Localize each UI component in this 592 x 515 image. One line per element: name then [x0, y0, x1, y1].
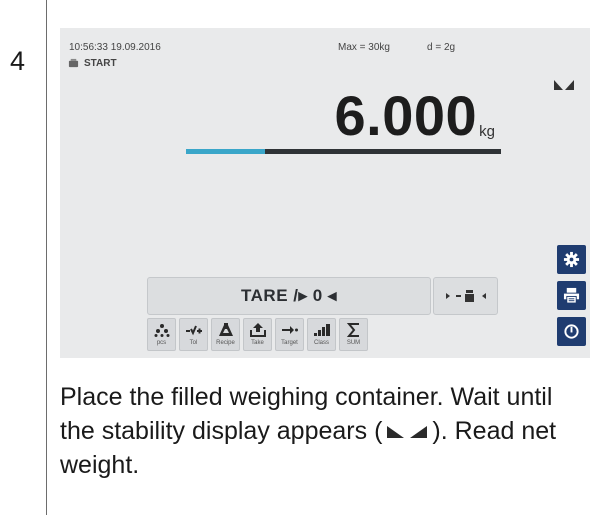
app-label: pcs — [156, 340, 167, 346]
app-label: Take — [251, 340, 264, 346]
zero-icon — [445, 290, 486, 302]
app-button-take[interactable]: Take — [243, 318, 272, 351]
stability-indicator-icon — [554, 80, 574, 90]
app-bar: pcs Tol Recipe Take Target Class SUM — [147, 318, 368, 351]
status-max-capacity: Max = 30kg — [338, 42, 390, 53]
tolerance-icon — [185, 325, 202, 336]
app-label: Tol — [189, 340, 198, 346]
capacity-bar-fill — [186, 149, 265, 154]
balance-screen: 10:56:33 19.09.2016 Max = 30kg d = 2g ST… — [60, 28, 590, 358]
stability-icon — [387, 426, 428, 439]
step-number: 4 — [10, 46, 26, 76]
flask-icon — [218, 323, 233, 336]
program-indicator: START — [68, 58, 117, 69]
settings-button[interactable] — [557, 245, 586, 274]
power-button[interactable] — [557, 317, 586, 346]
app-label: Target — [281, 340, 298, 346]
tare-button[interactable]: TARE /▸ 0 ◂ — [147, 277, 431, 315]
power-icon — [564, 324, 579, 339]
capacity-bar — [186, 149, 501, 154]
app-label: Recipe — [216, 340, 235, 346]
status-datetime: 10:56:33 19.09.2016 — [69, 42, 161, 53]
target-arrow-icon — [281, 326, 298, 334]
weight-unit: kg — [479, 123, 495, 140]
app-button-target[interactable]: Target — [275, 318, 304, 351]
app-label: SUM — [346, 340, 361, 346]
class-bars-icon — [313, 324, 330, 336]
app-button-tol[interactable]: Tol — [179, 318, 208, 351]
print-button[interactable] — [557, 281, 586, 310]
weight-value: 6.000 — [334, 84, 478, 147]
sum-icon — [346, 323, 359, 337]
app-label: Class — [313, 340, 329, 346]
program-label: START — [84, 58, 117, 69]
pieces-icon — [154, 324, 169, 337]
app-button-class[interactable]: Class — [307, 318, 336, 351]
scale-icon — [68, 58, 79, 68]
status-readability: d = 2g — [427, 42, 456, 53]
printer-icon — [563, 287, 580, 304]
weight-display: 6.000 kg — [335, 88, 495, 144]
app-button-recipe[interactable]: Recipe — [211, 318, 240, 351]
instruction-text: Place the filled weighing container. Wai… — [60, 380, 585, 482]
app-button-sum[interactable]: SUM — [339, 318, 368, 351]
app-button-pcs[interactable]: pcs — [147, 318, 176, 351]
take-icon — [249, 323, 266, 337]
settings-gear-icon — [563, 251, 580, 268]
zero-button[interactable] — [433, 277, 498, 315]
margin-rule — [46, 0, 47, 515]
